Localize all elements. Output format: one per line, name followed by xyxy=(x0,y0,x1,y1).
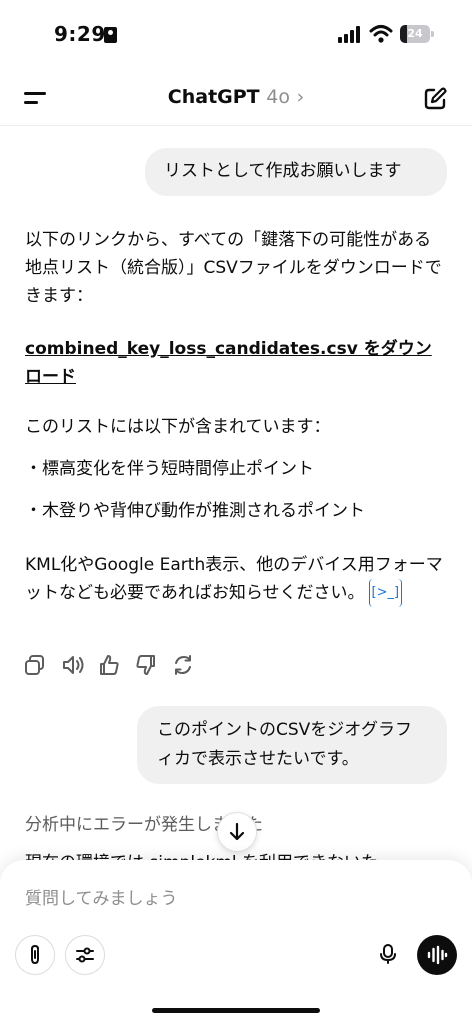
list-item-text: 木登りや背伸び動作が推測されるポイント xyxy=(42,501,365,521)
user-message-text: このポイントのCSVをジオグラフィカで表示させたいです。 xyxy=(157,720,412,769)
status-time: 9:29 xyxy=(54,22,106,46)
chevron-right-icon: › xyxy=(296,86,305,108)
cellular-signal-icon xyxy=(338,25,362,43)
waveform-icon xyxy=(427,945,448,965)
thumbs-up-icon[interactable] xyxy=(98,654,120,676)
wifi-icon xyxy=(369,25,393,43)
composer: 質問してみましょう xyxy=(0,860,472,1024)
list-item-text: 標高変化を伴う短時間停止ポイント xyxy=(42,459,314,479)
download-link-container: combined_key_loss_candidates.csv をダウンロード xyxy=(25,335,445,391)
list-item: ・標高変化を伴う短時間停止ポイント xyxy=(25,455,314,483)
copy-icon[interactable] xyxy=(24,654,46,676)
message-input[interactable]: 質問してみましょう xyxy=(25,884,178,909)
status-bar: 9:29 24 xyxy=(0,0,472,70)
sliders-icon xyxy=(76,947,94,963)
user-message: リストとして作成お願いします xyxy=(145,148,447,196)
battery-icon: 24 xyxy=(400,25,434,43)
csv-download-link[interactable]: combined_key_loss_candidates.csv をダウンロード xyxy=(25,339,432,387)
model-name: 4o xyxy=(266,86,290,108)
app-title: ChatGPT xyxy=(167,86,260,108)
new-chat-icon[interactable] xyxy=(422,86,448,112)
user-message-text: リストとして作成お願いします xyxy=(164,161,402,181)
dictate-button[interactable] xyxy=(369,935,407,973)
battery-level: 24 xyxy=(407,27,423,40)
home-indicator xyxy=(152,1008,320,1013)
assistant-message-intro: 以下のリンクから、すべての「鍵落下の可能性がある地点リスト（統合版）」CSVファ… xyxy=(25,230,442,306)
speaker-icon[interactable] xyxy=(61,654,85,676)
assistant-closing: KML化やGoogle Earth表示、他のデバイス用フォーマットなども必要であ… xyxy=(25,551,445,607)
bullet-dot: ・ xyxy=(25,459,42,479)
paperclip-icon xyxy=(31,944,39,965)
attach-button[interactable] xyxy=(15,935,55,975)
regenerate-icon[interactable] xyxy=(172,654,194,676)
code-interpreter-icon[interactable]: [>_] xyxy=(368,579,403,607)
bullet-dot: ・ xyxy=(25,501,42,521)
thumbs-down-icon[interactable] xyxy=(135,654,157,676)
arrow-down-icon xyxy=(229,822,245,841)
microphone-icon xyxy=(380,944,396,964)
list-item: ・木登りや背伸び動作が推測されるポイント xyxy=(25,497,365,525)
chat-header: ChatGPT 4o › xyxy=(0,70,472,126)
scroll-down-button[interactable] xyxy=(217,812,257,852)
contact-card-icon xyxy=(104,27,117,43)
tools-button[interactable] xyxy=(65,935,105,975)
model-selector[interactable]: ChatGPT 4o › xyxy=(0,86,472,108)
voice-mode-button[interactable] xyxy=(417,935,457,975)
list-intro: このリストには以下が含まれています： xyxy=(25,417,331,437)
user-message: このポイントのCSVをジオグラフィカで表示させたいです。 xyxy=(137,706,447,784)
